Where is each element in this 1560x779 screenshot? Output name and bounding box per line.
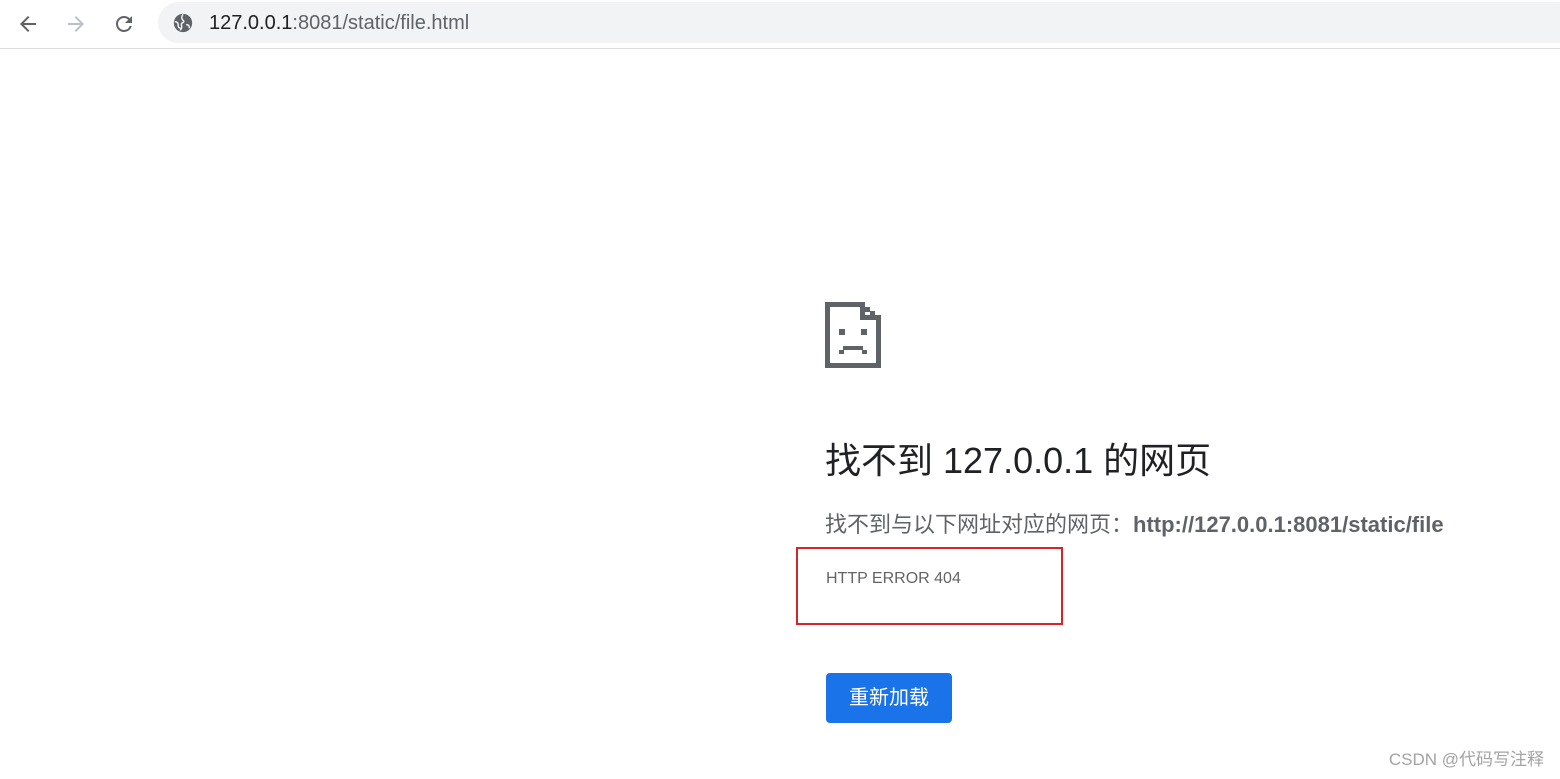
red-highlight-box [796, 547, 1063, 625]
description-text: 找不到与以下网址对应的网页： [825, 512, 1134, 537]
reload-button[interactable]: 重新加载 [826, 673, 952, 723]
back-button[interactable] [10, 6, 46, 42]
watermark: CSDN @代码写注释 [1388, 750, 1544, 769]
arrow-left-icon [20, 16, 36, 32]
reload-toolbar-button[interactable] [106, 6, 142, 42]
globe-icon[interactable] [172, 12, 194, 34]
url-text[interactable]: 127.0.0.1:8081/static/file.html [209, 11, 469, 35]
forward-button[interactable] [58, 6, 94, 42]
reload-icon [116, 15, 132, 32]
sad-page-icon [825, 302, 881, 368]
page-title: 找不到 127.0.0.1 的网页 [825, 440, 1212, 481]
arrow-right-icon [68, 16, 84, 32]
url-path: :8081/static/file.html [292, 12, 470, 34]
address-bar[interactable]: 127.0.0.1:8081/static/file.html [158, 2, 1560, 43]
url-host: 127.0.0.1 [209, 12, 293, 34]
description-url: http://127.0.0.1:8081/static/file [1133, 512, 1444, 537]
browser-toolbar: 127.0.0.1:8081/static/file.html [0, 0, 1560, 49]
error-description: 找不到与以下网址对应的网页：http://127.0.0.1:8081/stat… [825, 510, 1444, 540]
